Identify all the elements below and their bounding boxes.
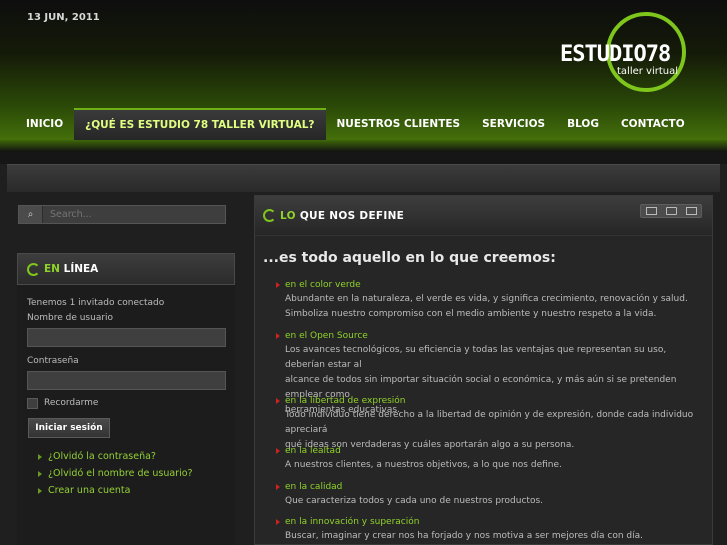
main-nav: INICIO ¿QUÉ ES ESTUDIO 78 TALLER VIRTUAL…	[0, 108, 727, 140]
create-account-link[interactable]: Crear una cuenta	[38, 485, 130, 496]
online-status: Tenemos 1 invitado conectado	[27, 298, 165, 308]
content-top-bar	[7, 164, 720, 192]
nav-item-contacto[interactable]: CONTACTO	[610, 108, 696, 140]
forgot-username-link[interactable]: ¿Olvidó el nombre de usuario?	[38, 468, 193, 479]
header-shadow	[0, 140, 727, 152]
ring-icon	[263, 209, 276, 222]
login-module-title: EN LÍNEA	[44, 263, 99, 275]
value-description: Los avances tecnológicos, su eficiencia …	[285, 345, 677, 415]
logo-tagline: taller virtual	[617, 66, 679, 77]
value-description: Todo individuo tiene derecho a la libert…	[285, 410, 694, 450]
nav-item-clientes[interactable]: NUESTROS CLIENTES	[326, 108, 472, 140]
value-title: en el Open Source	[276, 331, 368, 341]
bullet-arrow-icon	[276, 398, 280, 404]
username-label: Nombre de usuario	[27, 313, 114, 323]
arrow-right-icon	[38, 487, 42, 494]
value-description: A nuestros clientes, a nuestros objetivo…	[285, 460, 562, 470]
nav-item-que-es[interactable]: ¿QUÉ ES ESTUDIO 78 TALLER VIRTUAL?	[74, 108, 326, 140]
value-description: Que caracteriza todos y cada uno de nues…	[285, 496, 544, 506]
value-title: en la calidad	[276, 482, 342, 492]
nav-item-blog[interactable]: BLOG	[556, 108, 610, 140]
print-icon[interactable]	[665, 207, 677, 215]
value-description: Buscar, imaginar y crear nos ha forjado …	[285, 531, 644, 541]
arrow-right-icon	[38, 453, 42, 460]
nav-item-servicios[interactable]: SERVICIOS	[471, 108, 556, 140]
article-title: LO QUE NOS DEFINE	[280, 209, 405, 222]
article-tools	[640, 204, 702, 218]
search-box: ⌕	[18, 205, 226, 224]
logo-wordmark: ESTUDIO78	[560, 42, 671, 67]
article-header: LO QUE NOS DEFINE	[255, 196, 712, 236]
value-description: Abundante en la naturaleza, el verde es …	[285, 294, 688, 319]
value-title: en la libertad de expresión	[276, 396, 406, 406]
header-date: 13 JUN, 2011	[27, 12, 100, 23]
site-header: 13 JUN, 2011 ESTUDIO78 taller virtual IN…	[0, 0, 727, 152]
search-input[interactable]	[43, 209, 223, 220]
value-title: en la lealtad	[276, 446, 341, 456]
remember-label: Recordarme	[44, 398, 99, 408]
password-label: Contraseña	[27, 356, 79, 366]
bullet-arrow-icon	[276, 484, 280, 490]
article-headline: ...es todo aquello en lo que creemos:	[263, 250, 556, 266]
site-logo[interactable]: ESTUDIO78 taller virtual	[560, 12, 690, 96]
divider-band	[0, 152, 727, 164]
bullet-arrow-icon	[276, 282, 280, 288]
email-icon[interactable]	[645, 207, 657, 215]
nav-item-inicio[interactable]: INICIO	[0, 108, 74, 140]
bullet-arrow-icon	[276, 519, 280, 525]
username-field[interactable]	[27, 328, 226, 347]
arrow-right-icon	[38, 470, 42, 477]
ring-icon	[27, 262, 40, 276]
login-button[interactable]: Iniciar sesión	[28, 418, 110, 438]
forgot-password-link[interactable]: ¿Olvidó la contraseña?	[38, 451, 156, 462]
bullet-arrow-icon	[276, 333, 280, 339]
pdf-icon[interactable]	[685, 207, 697, 215]
password-field[interactable]	[27, 371, 226, 390]
bullet-arrow-icon	[276, 448, 280, 454]
value-title: en la innovación y superación	[276, 517, 419, 527]
login-module-header: EN LÍNEA	[17, 253, 235, 285]
value-title: en el color verde	[276, 280, 361, 290]
remember-checkbox[interactable]	[27, 398, 38, 409]
search-icon[interactable]: ⌕	[19, 206, 43, 223]
